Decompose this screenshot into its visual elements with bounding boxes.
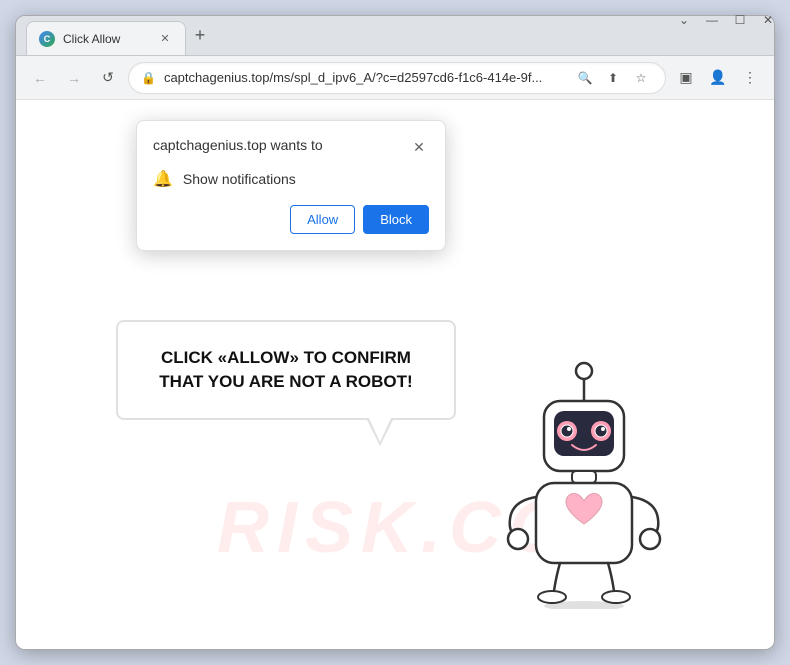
window-controls: ⌄ — ☐ ✕ bbox=[672, 15, 775, 40]
address-actions: 🔍 ⬆ ☆ bbox=[573, 66, 653, 90]
tab-favicon: C bbox=[39, 31, 55, 47]
nav-bar: ← → ↺ 🔒 captchagenius.top/ms/spl_d_ipv6_… bbox=[16, 56, 774, 100]
address-bar[interactable]: 🔒 captchagenius.top/ms/spl_d_ipv6_A/?c=d… bbox=[128, 62, 666, 94]
address-text: captchagenius.top/ms/spl_d_ipv6_A/?c=d25… bbox=[164, 70, 565, 85]
allow-button[interactable]: Allow bbox=[290, 205, 355, 234]
chevron-button[interactable]: ⌄ bbox=[672, 15, 696, 32]
tab-close-button[interactable]: ✕ bbox=[157, 31, 173, 47]
popup-close-button[interactable]: ✕ bbox=[409, 137, 429, 157]
back-button[interactable]: ← bbox=[26, 64, 54, 92]
page-content: RISK.CO captchagenius.top wants to ✕ 🔔 S… bbox=[16, 100, 774, 649]
active-tab[interactable]: C Click Allow ✕ bbox=[26, 21, 186, 55]
bell-icon: 🔔 bbox=[153, 169, 173, 189]
popup-notification-row: 🔔 Show notifications bbox=[153, 169, 429, 189]
browser-window: C Click Allow ✕ + ⌄ — ☐ ✕ ← → ↺ 🔒 captch… bbox=[15, 15, 775, 650]
robot-illustration bbox=[484, 349, 684, 609]
tab-bar: C Click Allow ✕ + bbox=[26, 16, 214, 55]
close-button[interactable]: ✕ bbox=[756, 15, 775, 32]
maximize-button[interactable]: ☐ bbox=[728, 15, 752, 32]
menu-button[interactable]: ⋮ bbox=[736, 64, 764, 92]
popup-header: captchagenius.top wants to ✕ bbox=[153, 137, 429, 157]
block-button[interactable]: Block bbox=[363, 205, 429, 234]
notification-popup: captchagenius.top wants to ✕ 🔔 Show noti… bbox=[136, 120, 446, 251]
reading-mode-button[interactable]: ▣ bbox=[672, 64, 700, 92]
lock-icon: 🔒 bbox=[141, 71, 156, 85]
captcha-text: CLICK «ALLOW» TO CONFIRM THAT YOU ARE NO… bbox=[146, 346, 426, 394]
profile-button[interactable]: 👤 bbox=[704, 64, 732, 92]
captcha-message-bubble: CLICK «ALLOW» TO CONFIRM THAT YOU ARE NO… bbox=[116, 320, 456, 420]
popup-title: captchagenius.top wants to bbox=[153, 137, 323, 153]
search-icon[interactable]: 🔍 bbox=[573, 66, 597, 90]
minimize-button[interactable]: — bbox=[700, 15, 724, 32]
bookmark-icon[interactable]: ☆ bbox=[629, 66, 653, 90]
share-icon[interactable]: ⬆ bbox=[601, 66, 625, 90]
popup-buttons: Allow Block bbox=[153, 205, 429, 234]
reload-button[interactable]: ↺ bbox=[94, 64, 122, 92]
tab-title: Click Allow bbox=[63, 32, 149, 46]
nav-extras: ▣ 👤 ⋮ bbox=[672, 64, 764, 92]
notification-label: Show notifications bbox=[183, 171, 296, 187]
new-tab-button[interactable]: + bbox=[186, 22, 214, 50]
forward-button[interactable]: → bbox=[60, 64, 88, 92]
title-bar: C Click Allow ✕ + ⌄ — ☐ ✕ bbox=[16, 16, 774, 56]
